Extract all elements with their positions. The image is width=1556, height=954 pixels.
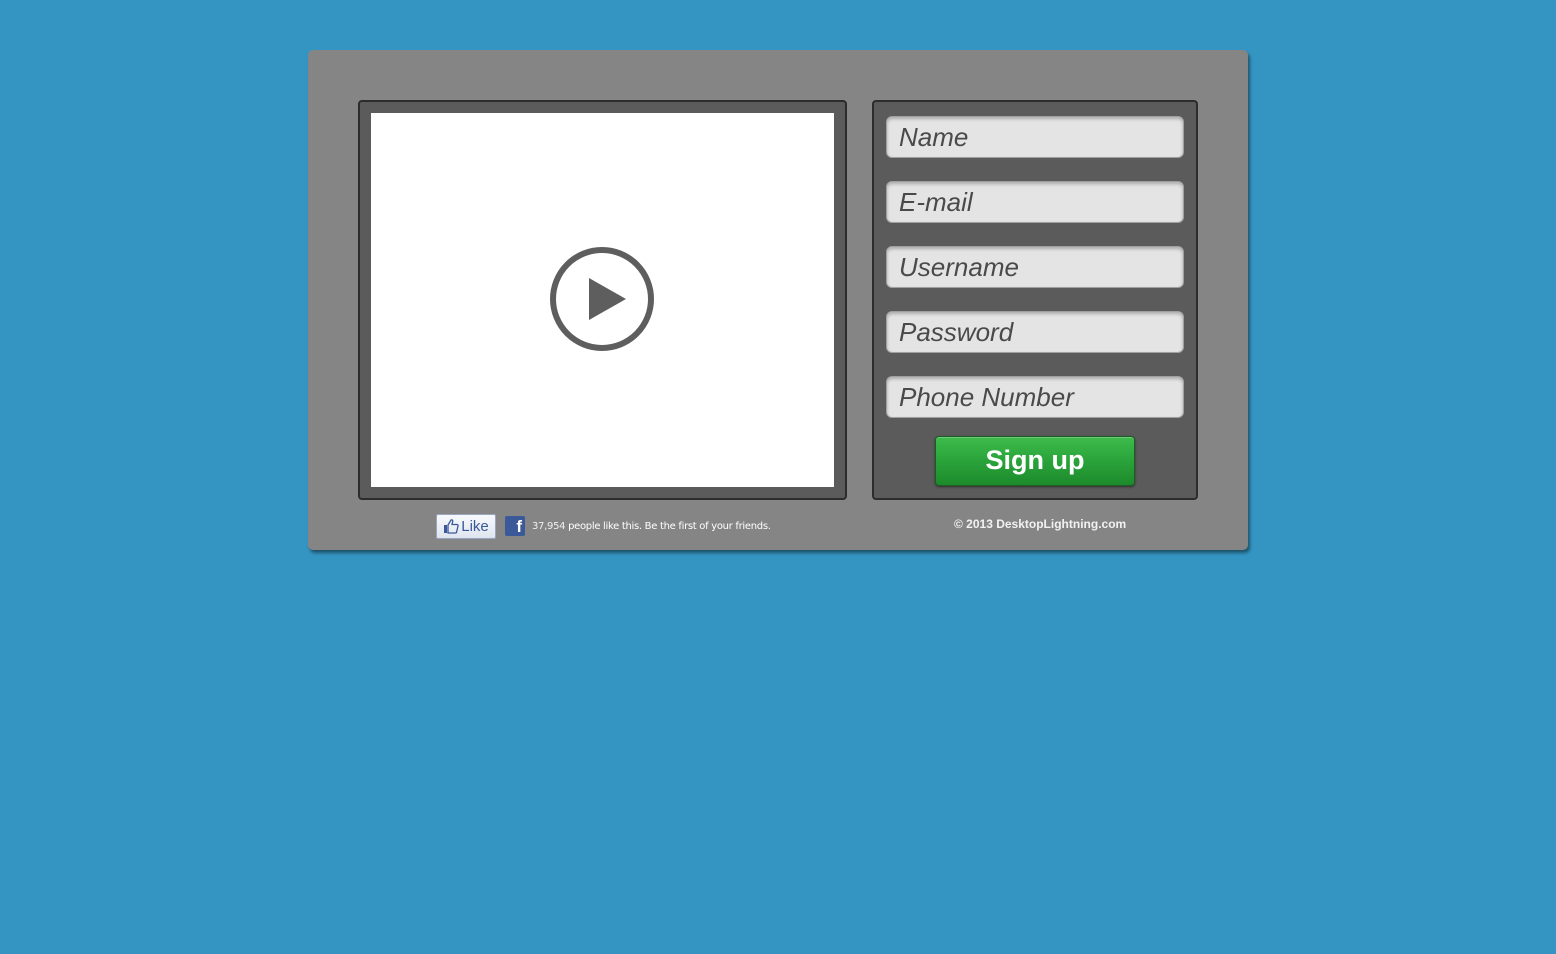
play-circle-icon[interactable] — [549, 246, 655, 352]
video-frame — [358, 100, 847, 500]
like-count: 37,954 — [532, 520, 566, 532]
like-message: people like this. Be the first of your f… — [565, 520, 771, 532]
copyright-text: © 2013 DesktopLightning.com — [954, 517, 1127, 531]
facebook-like-widget: Like f 37,954 people like this. Be the f… — [436, 512, 771, 540]
facebook-icon[interactable]: f — [505, 516, 525, 536]
name-field[interactable] — [886, 116, 1184, 158]
like-count-text: 37,954 people like this. Be the first of… — [532, 521, 771, 532]
username-field[interactable] — [886, 246, 1184, 288]
signup-form: Sign up — [872, 100, 1198, 500]
email-field[interactable] — [886, 181, 1184, 223]
like-button-label: Like — [461, 517, 489, 535]
password-field[interactable] — [886, 311, 1184, 353]
phone-number-field[interactable] — [886, 376, 1184, 418]
like-button[interactable]: Like — [436, 513, 496, 539]
thumbs-up-icon — [444, 519, 459, 534]
signup-button[interactable]: Sign up — [935, 436, 1135, 486]
video-player[interactable] — [371, 113, 834, 487]
main-panel: Sign up Like f 37,954 people like this. … — [308, 50, 1248, 550]
